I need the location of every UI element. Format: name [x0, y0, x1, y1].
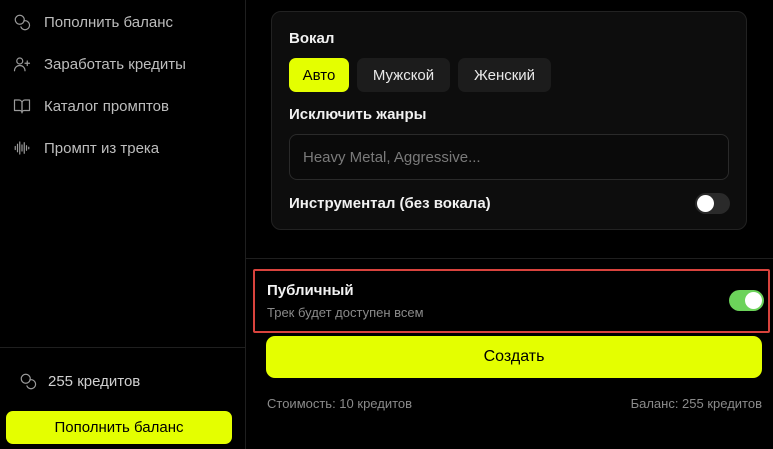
- sidebar-item-topup[interactable]: Пополнить баланс: [12, 9, 173, 35]
- balance-text: Баланс: 255 кредитов: [630, 396, 762, 411]
- vocal-title: Вокал: [289, 30, 335, 47]
- sidebar-item-label: Заработать кредиты: [44, 55, 186, 73]
- vocal-option-female[interactable]: Женский: [458, 58, 551, 92]
- credits-balance: 255 кредитов: [18, 369, 140, 393]
- sidebar-item-prompt-catalog[interactable]: Каталог промптов: [12, 93, 169, 119]
- exclude-genres-title: Исключить жанры: [289, 106, 427, 123]
- sidebar-item-label: Пополнить баланс: [44, 13, 173, 31]
- sidebar-item-earn-credits[interactable]: Заработать кредиты: [12, 51, 186, 77]
- public-toggle[interactable]: [729, 290, 764, 311]
- sidebar-divider: [0, 347, 246, 348]
- audio-wave-icon: [12, 138, 32, 158]
- book-open-icon: [12, 96, 32, 116]
- instrumental-label: Инструментал (без вокала): [289, 195, 491, 212]
- toggle-knob: [697, 195, 714, 212]
- vocal-option-auto[interactable]: Авто: [289, 58, 349, 92]
- exclude-genres-input[interactable]: [289, 134, 729, 180]
- section-divider: [246, 258, 773, 259]
- vocal-settings-card: Вокал Авто Мужской Женский Исключить жан…: [271, 11, 747, 230]
- public-subtitle: Трек будет доступен всем: [267, 305, 424, 320]
- create-button[interactable]: Создать: [266, 336, 762, 378]
- cost-text: Стоимость: 10 кредитов: [267, 396, 413, 411]
- coins-icon: [12, 12, 32, 32]
- sidebar-item-label: Каталог промптов: [44, 97, 169, 115]
- coins-icon: [18, 371, 38, 391]
- public-setting: Публичный Трек будет доступен всем: [253, 269, 770, 333]
- vocal-option-male[interactable]: Мужской: [357, 58, 450, 92]
- instrumental-toggle[interactable]: [695, 193, 730, 214]
- topup-button[interactable]: Пополнить баланс: [6, 411, 232, 444]
- user-plus-icon: [12, 54, 32, 74]
- sidebar-item-label: Промпт из трека: [44, 139, 160, 157]
- credits-text: 255 кредитов: [48, 372, 141, 390]
- sidebar: Пополнить баланс Заработать кредиты Ката…: [0, 0, 246, 449]
- public-title: Публичный: [267, 282, 354, 299]
- sidebar-item-prompt-from-track[interactable]: Промпт из трека: [12, 135, 159, 161]
- toggle-knob: [745, 292, 762, 309]
